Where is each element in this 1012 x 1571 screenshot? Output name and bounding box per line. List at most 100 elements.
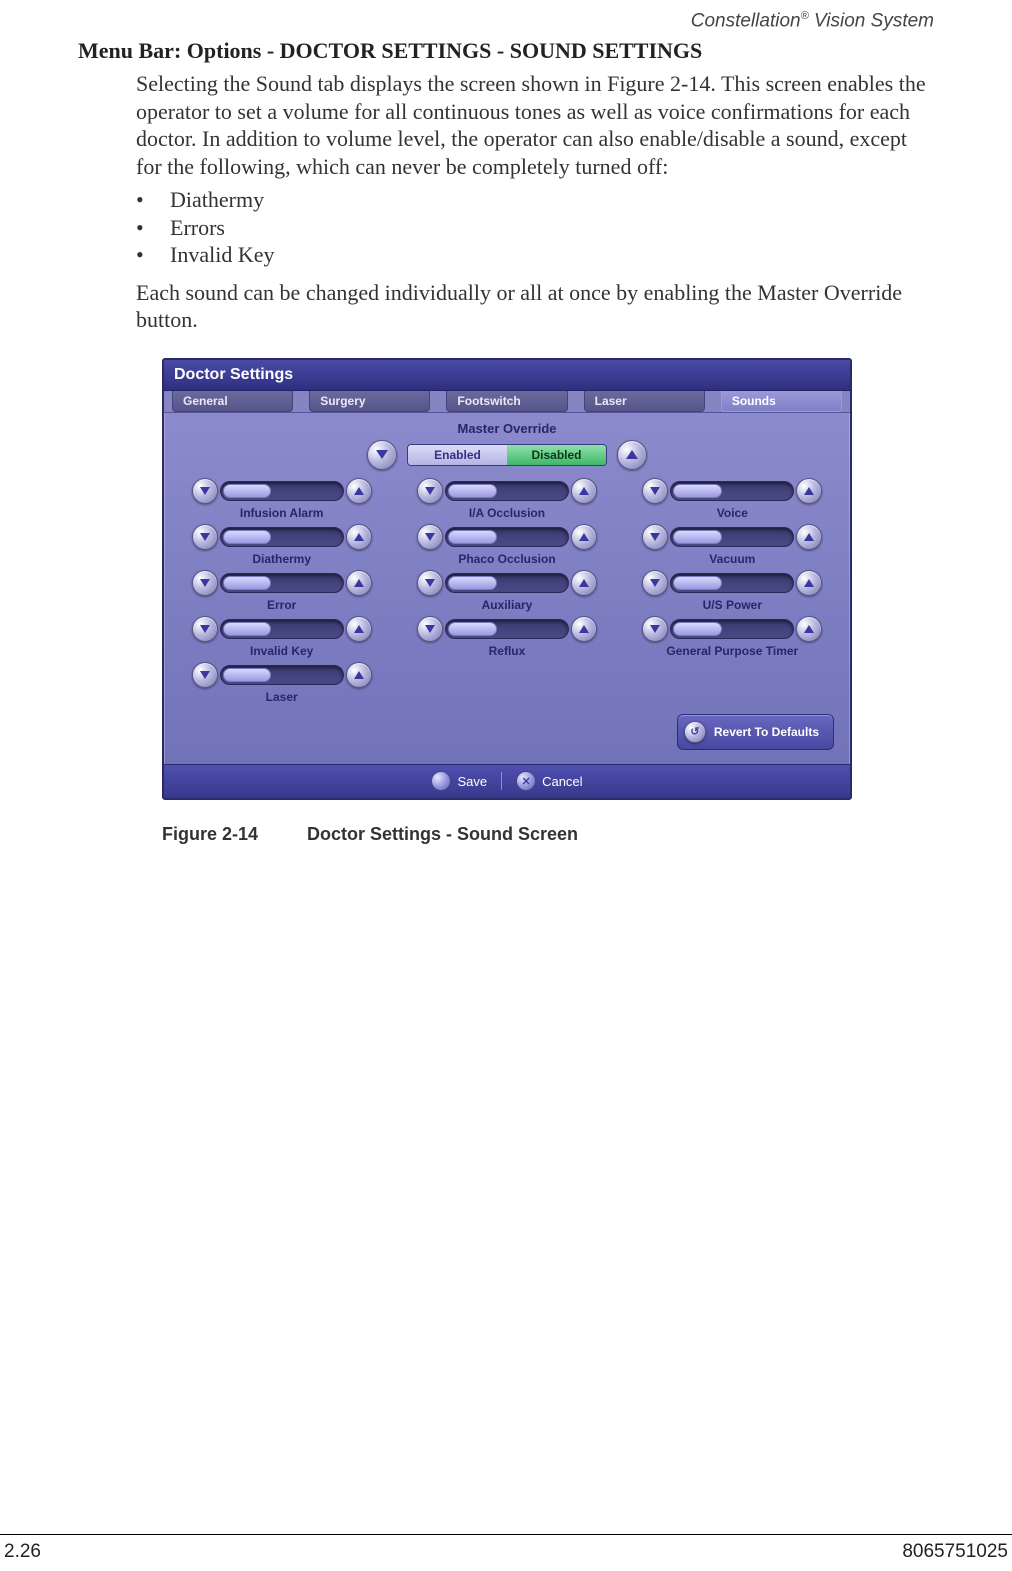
chevron-down-icon xyxy=(200,487,210,495)
increase-button-invalid-key[interactable] xyxy=(346,616,372,642)
sound-control-reflux: Reflux xyxy=(401,616,612,658)
volume-slider-reflux[interactable] xyxy=(445,619,569,639)
cancel-label: Cancel xyxy=(542,774,582,789)
decrease-button-laser[interactable] xyxy=(192,662,218,688)
save-button[interactable]: Save xyxy=(423,771,495,791)
sound-control-u-s-power: U/S Power xyxy=(627,570,838,612)
increase-button-error[interactable] xyxy=(346,570,372,596)
sound-label-infusion-alarm: Infusion Alarm xyxy=(240,506,324,520)
decrease-button-phaco-occlusion[interactable] xyxy=(417,524,443,550)
section-title: Menu Bar: Options - DOCTOR SETTINGS - SO… xyxy=(78,38,934,64)
save-icon xyxy=(431,771,451,791)
page-number: 2.26 xyxy=(4,1541,41,1563)
document-number: 8065751025 xyxy=(902,1541,1008,1563)
chevron-down-icon xyxy=(425,579,435,587)
master-override-increase-button[interactable] xyxy=(617,440,647,470)
volume-slider-invalid-key[interactable] xyxy=(220,619,344,639)
volume-fill xyxy=(673,622,722,636)
sound-control-phaco-occlusion: Phaco Occlusion xyxy=(401,524,612,566)
master-override-decrease-button[interactable] xyxy=(367,440,397,470)
decrease-button-auxiliary[interactable] xyxy=(417,570,443,596)
decrease-button-error[interactable] xyxy=(192,570,218,596)
sound-label-voice: Voice xyxy=(717,506,748,520)
tab-surgery[interactable]: Surgery xyxy=(309,391,430,412)
decrease-button-invalid-key[interactable] xyxy=(192,616,218,642)
sound-label-vacuum: Vacuum xyxy=(709,552,755,566)
volume-slider-error[interactable] xyxy=(220,573,344,593)
chevron-up-icon xyxy=(354,533,364,541)
increase-button-laser[interactable] xyxy=(346,662,372,688)
decrease-button-voice[interactable] xyxy=(642,478,668,504)
volume-slider-u-s-power[interactable] xyxy=(670,573,794,593)
volume-slider-voice[interactable] xyxy=(670,481,794,501)
decrease-button-reflux[interactable] xyxy=(417,616,443,642)
revert-label: Revert To Defaults xyxy=(714,725,819,739)
chevron-down-icon xyxy=(650,625,660,633)
decrease-button-u-s-power[interactable] xyxy=(642,570,668,596)
sound-label-general-purpose-timer: General Purpose Timer xyxy=(666,644,798,658)
chevron-up-icon xyxy=(579,579,589,587)
volume-slider-laser[interactable] xyxy=(220,665,344,685)
sound-label-reflux: Reflux xyxy=(489,644,526,658)
tab-footswitch[interactable]: Footswitch xyxy=(446,391,567,412)
decrease-button-vacuum[interactable] xyxy=(642,524,668,550)
decrease-button-general-purpose-timer[interactable] xyxy=(642,616,668,642)
volume-slider-i-a-occlusion[interactable] xyxy=(445,481,569,501)
list-item: Diathermy xyxy=(136,186,934,214)
increase-button-infusion-alarm[interactable] xyxy=(346,478,372,504)
volume-slider-auxiliary[interactable] xyxy=(445,573,569,593)
decrease-button-diathermy[interactable] xyxy=(192,524,218,550)
sound-control-diathermy: Diathermy xyxy=(176,524,387,566)
chevron-up-icon xyxy=(354,671,364,679)
increase-button-general-purpose-timer[interactable] xyxy=(796,616,822,642)
sound-label-invalid-key: Invalid Key xyxy=(250,644,313,658)
increase-button-diathermy[interactable] xyxy=(346,524,372,550)
panel-footer: Save ✕ Cancel xyxy=(164,764,850,798)
tab-laser[interactable]: Laser xyxy=(584,391,705,412)
volume-slider-phaco-occlusion[interactable] xyxy=(445,527,569,547)
volume-slider-vacuum[interactable] xyxy=(670,527,794,547)
chevron-up-icon xyxy=(354,625,364,633)
page-footer: 2.26 8065751025 xyxy=(0,1534,1012,1563)
increase-button-u-s-power[interactable] xyxy=(796,570,822,596)
figure-title: Doctor Settings - Sound Screen xyxy=(307,824,578,844)
volume-fill xyxy=(223,530,272,544)
override-paragraph: Each sound can be changed individually o… xyxy=(136,279,934,334)
toggle-disabled: Disabled xyxy=(507,445,606,465)
sound-label-error: Error xyxy=(267,598,296,612)
chevron-up-icon xyxy=(804,487,814,495)
increase-button-vacuum[interactable] xyxy=(796,524,822,550)
revert-defaults-button[interactable]: ↺ Revert To Defaults xyxy=(677,714,834,750)
sound-control-error: Error xyxy=(176,570,387,612)
chevron-up-icon xyxy=(626,450,638,459)
decrease-button-infusion-alarm[interactable] xyxy=(192,478,218,504)
tab-general[interactable]: General xyxy=(172,391,293,412)
header-product: Constellation® Vision System xyxy=(78,10,934,32)
increase-button-i-a-occlusion[interactable] xyxy=(571,478,597,504)
tab-sounds[interactable]: Sounds xyxy=(721,391,842,412)
increase-button-auxiliary[interactable] xyxy=(571,570,597,596)
chevron-down-icon xyxy=(650,579,660,587)
volume-slider-infusion-alarm[interactable] xyxy=(220,481,344,501)
cancel-button[interactable]: ✕ Cancel xyxy=(508,771,590,791)
toggle-enabled: Enabled xyxy=(408,445,507,465)
chevron-down-icon xyxy=(650,487,660,495)
increase-button-phaco-occlusion[interactable] xyxy=(571,524,597,550)
figure-caption: Figure 2-14 Doctor Settings - Sound Scre… xyxy=(162,824,934,845)
volume-fill xyxy=(223,622,272,636)
volume-slider-general-purpose-timer[interactable] xyxy=(670,619,794,639)
registered-mark: ® xyxy=(801,10,809,22)
volume-slider-diathermy[interactable] xyxy=(220,527,344,547)
increase-button-reflux[interactable] xyxy=(571,616,597,642)
volume-fill xyxy=(223,576,272,590)
sound-grid: Infusion AlarmI/A OcclusionVoiceDiatherm… xyxy=(176,478,838,704)
footer-separator xyxy=(501,772,502,790)
decrease-button-i-a-occlusion[interactable] xyxy=(417,478,443,504)
increase-button-voice[interactable] xyxy=(796,478,822,504)
tab-bar: General Surgery Footswitch Laser Sounds xyxy=(164,391,850,413)
volume-fill xyxy=(448,622,497,636)
sound-control-invalid-key: Invalid Key xyxy=(176,616,387,658)
list-item: Invalid Key xyxy=(136,241,934,269)
volume-fill xyxy=(673,484,722,498)
master-override-toggle[interactable]: Enabled Disabled xyxy=(407,444,607,466)
